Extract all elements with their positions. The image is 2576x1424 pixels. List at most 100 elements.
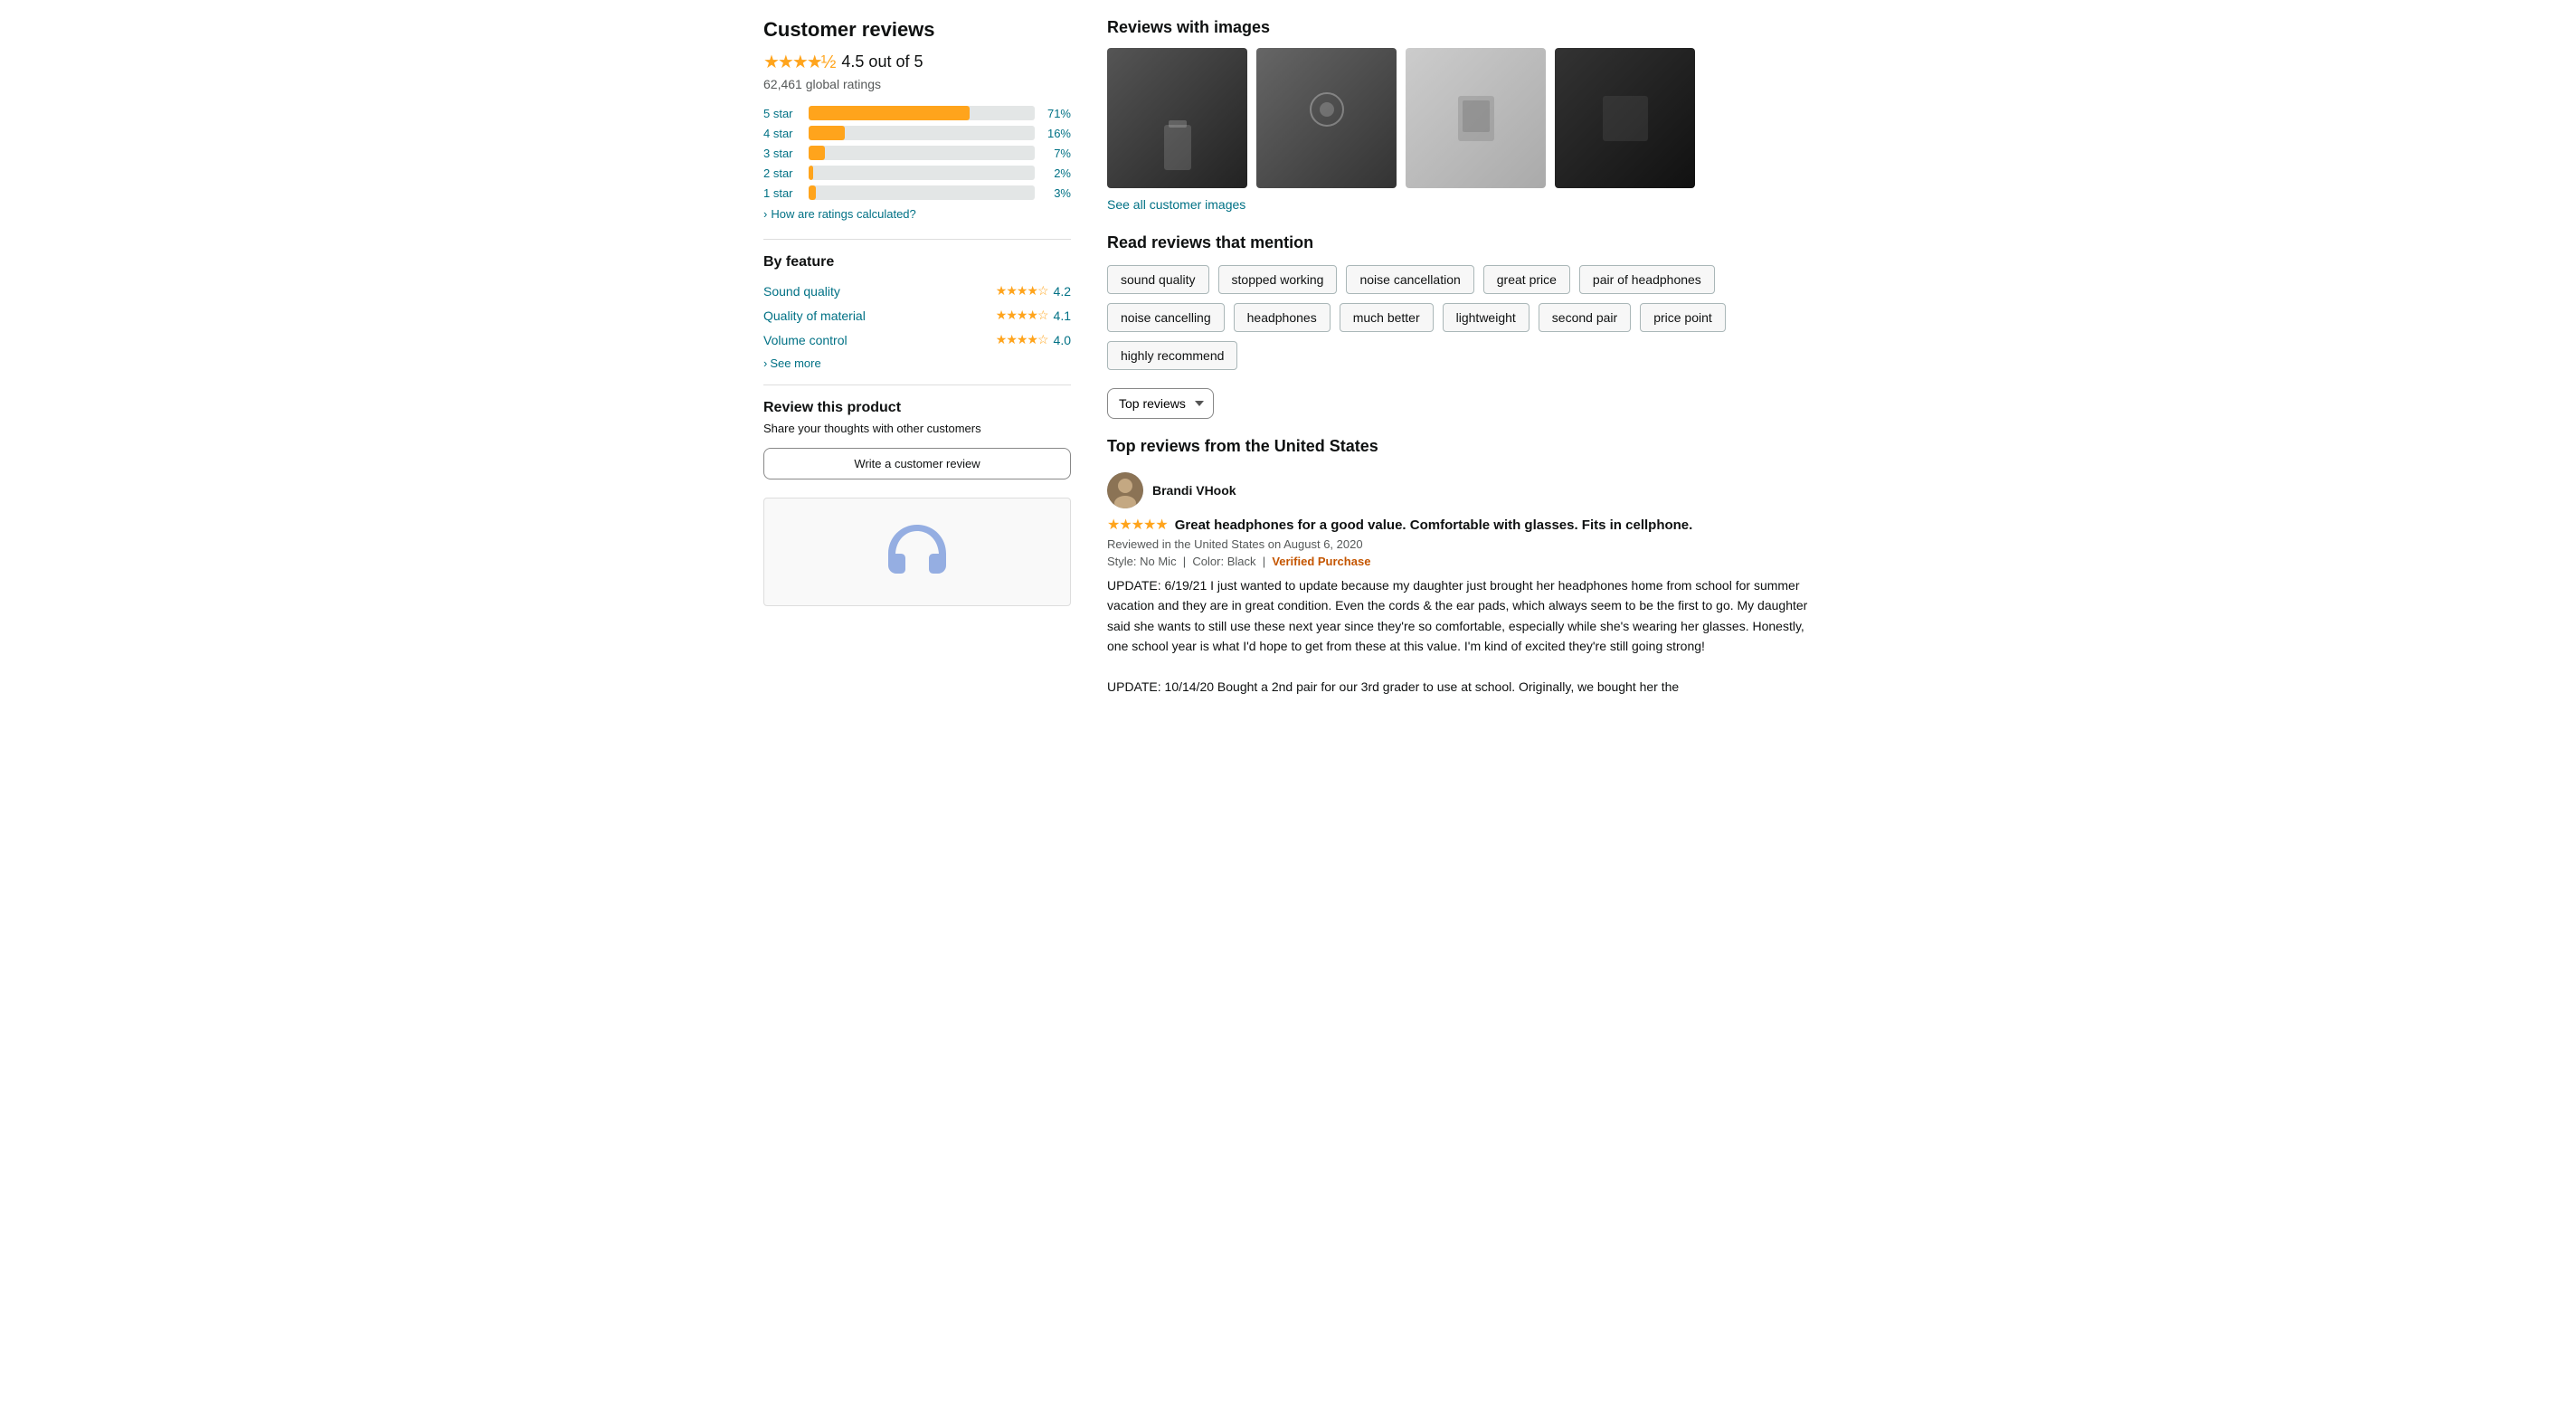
feature-score-volume-control: 4.0 xyxy=(1054,333,1071,347)
bar-fill-4star xyxy=(809,126,845,140)
review-image-3[interactable] xyxy=(1406,48,1546,188)
bar-row-1star: 1 star 3% xyxy=(763,185,1071,200)
bar-row-4star: 4 star 16% xyxy=(763,126,1071,140)
verified-purchase-badge-0: Verified Purchase xyxy=(1272,555,1370,568)
mention-tag-price-point[interactable]: price point xyxy=(1640,303,1726,332)
feature-name-volume-control[interactable]: Volume control xyxy=(763,333,848,347)
review-card-0: Brandi VHook ★★★★★ Great headphones for … xyxy=(1107,472,1813,697)
bar-pct-3star[interactable]: 7% xyxy=(1042,147,1071,160)
reviewer-name-0: Brandi VHook xyxy=(1152,483,1236,498)
feature-stars-sound-quality: ★★★★☆ 4.2 xyxy=(996,283,1071,299)
bar-pct-1star[interactable]: 3% xyxy=(1042,186,1071,200)
feature-score-quality-material: 4.1 xyxy=(1054,309,1071,323)
chevron-down-icon-features: › xyxy=(763,356,767,370)
by-feature-title: By feature xyxy=(763,254,1071,271)
bar-container-1star xyxy=(809,185,1035,200)
bar-fill-3star xyxy=(809,146,825,160)
mention-tags-container: sound quality stopped working noise canc… xyxy=(1107,265,1813,370)
sort-select[interactable]: Top reviews Most recent xyxy=(1107,388,1214,419)
mention-tag-lightweight[interactable]: lightweight xyxy=(1443,303,1530,332)
bottom-product-image xyxy=(763,498,1071,606)
bar-fill-5star xyxy=(809,106,970,120)
review-image-2[interactable] xyxy=(1256,48,1397,188)
divider-2 xyxy=(763,384,1071,385)
bar-pct-2star[interactable]: 2% xyxy=(1042,166,1071,180)
write-review-button[interactable]: Write a customer review xyxy=(763,448,1071,479)
mention-tag-second-pair[interactable]: second pair xyxy=(1539,303,1631,332)
feature-stars-quality-material: ★★★★☆ 4.1 xyxy=(996,308,1071,323)
review-image-icon-4 xyxy=(1589,82,1662,155)
overall-rating-text: 4.5 out of 5 xyxy=(841,52,923,71)
chevron-down-icon: › xyxy=(763,207,767,221)
review-star-icons-0: ★★★★★ xyxy=(1107,516,1168,534)
bar-container-2star xyxy=(809,166,1035,180)
review-image-icon-1 xyxy=(1151,116,1205,188)
mention-tag-sound-quality[interactable]: sound quality xyxy=(1107,265,1209,294)
bar-row-3star: 3 star 7% xyxy=(763,146,1071,160)
bar-pct-4star[interactable]: 16% xyxy=(1042,127,1071,140)
feature-star-icons-volume-control: ★★★★☆ xyxy=(996,332,1048,347)
mention-tag-pair-of-headphones[interactable]: pair of headphones xyxy=(1579,265,1715,294)
overall-stars-icon: ★★★★½ xyxy=(763,51,834,73)
overall-rating-row: ★★★★½ 4.5 out of 5 xyxy=(763,51,1071,73)
bar-label-1star[interactable]: 1 star xyxy=(763,186,801,200)
bar-label-2star[interactable]: 2 star xyxy=(763,166,801,180)
feature-stars-volume-control: ★★★★☆ 4.0 xyxy=(996,332,1071,347)
bar-container-5star xyxy=(809,106,1035,120)
mention-tag-much-better[interactable]: much better xyxy=(1340,303,1434,332)
feature-star-icons-sound-quality: ★★★★☆ xyxy=(996,283,1048,299)
review-style-color-0: Style: No Mic | Color: Black | Verified … xyxy=(1107,555,1813,568)
review-image-1[interactable] xyxy=(1107,48,1247,188)
mention-tag-noise-cancelling[interactable]: noise cancelling xyxy=(1107,303,1225,332)
divider-1 xyxy=(763,239,1071,240)
review-image-icon-2 xyxy=(1291,82,1363,155)
reviewer-avatar-0 xyxy=(1107,472,1143,508)
bar-pct-5star[interactable]: 71% xyxy=(1042,107,1071,120)
bar-label-3star[interactable]: 3 star xyxy=(763,147,801,160)
feature-row-quality-material: Quality of material ★★★★☆ 4.1 xyxy=(763,308,1071,323)
reviewer-row-0: Brandi VHook xyxy=(1107,472,1813,508)
bar-fill-1star xyxy=(809,185,816,200)
feature-row-sound-quality: Sound quality ★★★★☆ 4.2 xyxy=(763,283,1071,299)
bar-container-3star xyxy=(809,146,1035,160)
read-reviews-title: Read reviews that mention xyxy=(1107,233,1813,252)
mention-tag-highly-recommend[interactable]: highly recommend xyxy=(1107,341,1237,370)
see-more-link[interactable]: › See more xyxy=(763,356,1071,370)
how-ratings-link[interactable]: › How are ratings calculated? xyxy=(763,207,1071,221)
left-column: Customer reviews ★★★★½ 4.5 out of 5 62,4… xyxy=(763,18,1071,722)
mention-tag-noise-cancellation[interactable]: noise cancellation xyxy=(1346,265,1473,294)
reviews-images-title: Reviews with images xyxy=(1107,18,1813,37)
mention-tag-headphones[interactable]: headphones xyxy=(1234,303,1331,332)
review-this-title: Review this product xyxy=(763,400,1071,416)
bar-container-4star xyxy=(809,126,1035,140)
bar-row-2star: 2 star 2% xyxy=(763,166,1071,180)
feature-score-sound-quality: 4.2 xyxy=(1054,284,1071,299)
global-ratings-text: 62,461 global ratings xyxy=(763,77,1071,91)
feature-row-volume-control: Volume control ★★★★☆ 4.0 xyxy=(763,332,1071,347)
review-body-0: UPDATE: 6/19/21 I just wanted to update … xyxy=(1107,575,1813,697)
bar-row-5star: 5 star 71% xyxy=(763,106,1071,120)
feature-name-quality-material[interactable]: Quality of material xyxy=(763,309,866,323)
bar-label-4star[interactable]: 4 star xyxy=(763,127,801,140)
feature-name-sound-quality[interactable]: Sound quality xyxy=(763,284,840,299)
review-meta-0: Reviewed in the United States on August … xyxy=(1107,537,1813,551)
review-stars-row-0: ★★★★★ Great headphones for a good value.… xyxy=(1107,516,1813,534)
review-color-0: Color: Black xyxy=(1192,555,1255,568)
rating-bars: 5 star 71% 4 star 16% 3 star 7% xyxy=(763,106,1071,200)
review-this-sub: Share your thoughts with other customers xyxy=(763,422,1071,435)
bar-label-5star[interactable]: 5 star xyxy=(763,107,801,120)
headphones-bottom-icon xyxy=(881,516,953,588)
mention-tag-stopped-working[interactable]: stopped working xyxy=(1218,265,1338,294)
mention-tag-great-price[interactable]: great price xyxy=(1483,265,1570,294)
sort-row: Top reviews Most recent xyxy=(1107,388,1813,419)
review-headline-0: Great headphones for a good value. Comfo… xyxy=(1175,517,1693,533)
customer-reviews-title: Customer reviews xyxy=(763,18,1071,42)
review-image-icon-3 xyxy=(1440,82,1512,155)
review-image-4[interactable] xyxy=(1555,48,1695,188)
right-column: Reviews with images xyxy=(1107,18,1813,722)
feature-star-icons-quality-material: ★★★★☆ xyxy=(996,308,1048,323)
reviewer-avatar-icon-0 xyxy=(1107,472,1143,508)
see-all-images-link[interactable]: See all customer images xyxy=(1107,197,1813,212)
top-reviews-title: Top reviews from the United States xyxy=(1107,437,1813,456)
bar-fill-2star xyxy=(809,166,813,180)
